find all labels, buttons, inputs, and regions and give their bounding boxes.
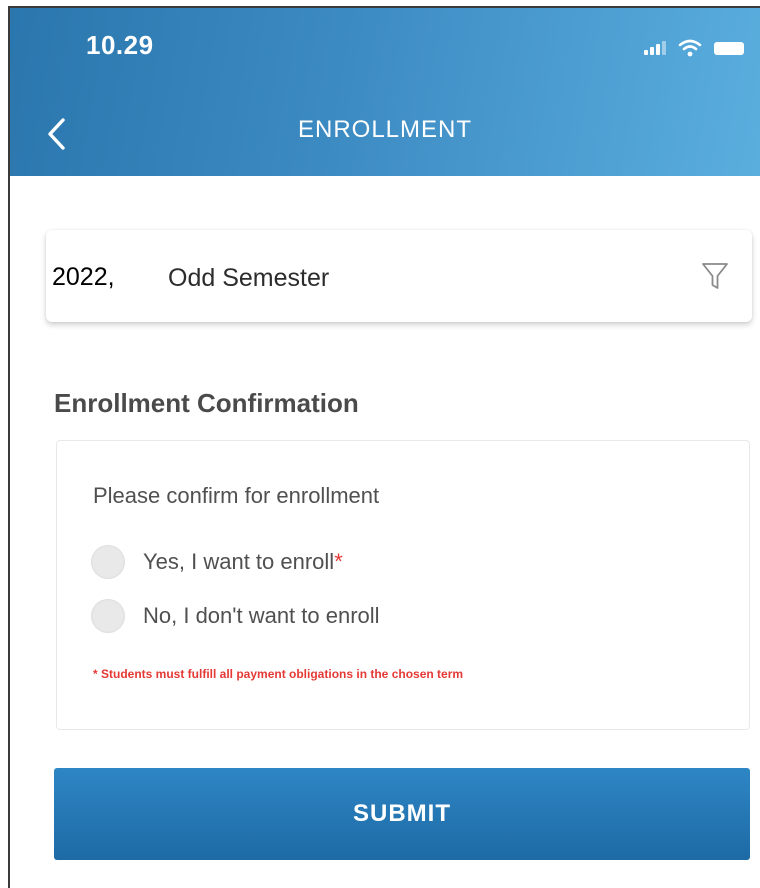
status-time: 10.29 <box>86 30 154 60</box>
confirmation-card: Please confirm for enrollment Yes, I wan… <box>56 440 750 730</box>
status-icons <box>644 38 744 58</box>
option-yes-text: Yes, I want to enroll* <box>143 549 343 575</box>
radio-yes[interactable] <box>91 545 125 579</box>
app-header: 10.29 ENROLLMENT <box>10 8 760 176</box>
radio-no[interactable] <box>91 599 125 633</box>
submit-button[interactable]: SUBMIT <box>54 768 750 860</box>
battery-icon <box>714 41 744 55</box>
option-yes-enroll[interactable]: Yes, I want to enroll* <box>91 545 343 579</box>
page-title: ENROLLMENT <box>297 116 473 143</box>
option-yes-label: Yes, I want to enroll <box>143 549 335 574</box>
required-asterisk: * <box>334 549 343 574</box>
signal-bars-icon <box>644 41 666 55</box>
phone-screen: 10.29 ENROLLMENT 2022, Odd Semester Enro… <box>8 6 760 888</box>
term-year: 2022, <box>52 263 115 291</box>
payment-note: * Students must fulfill all payment obli… <box>93 667 464 681</box>
option-no-label: No, I don't want to enroll <box>143 603 380 628</box>
term-name: Odd Semester <box>168 264 330 292</box>
wifi-icon <box>678 39 702 57</box>
filter-funnel-icon[interactable] <box>700 260 730 292</box>
confirmation-prompt: Please confirm for enrollment <box>93 483 380 508</box>
term-filter[interactable]: 2022, Odd Semester <box>46 230 752 322</box>
option-no-enroll[interactable]: No, I don't want to enroll <box>91 599 380 633</box>
section-title: Enrollment Confirmation <box>54 388 359 418</box>
